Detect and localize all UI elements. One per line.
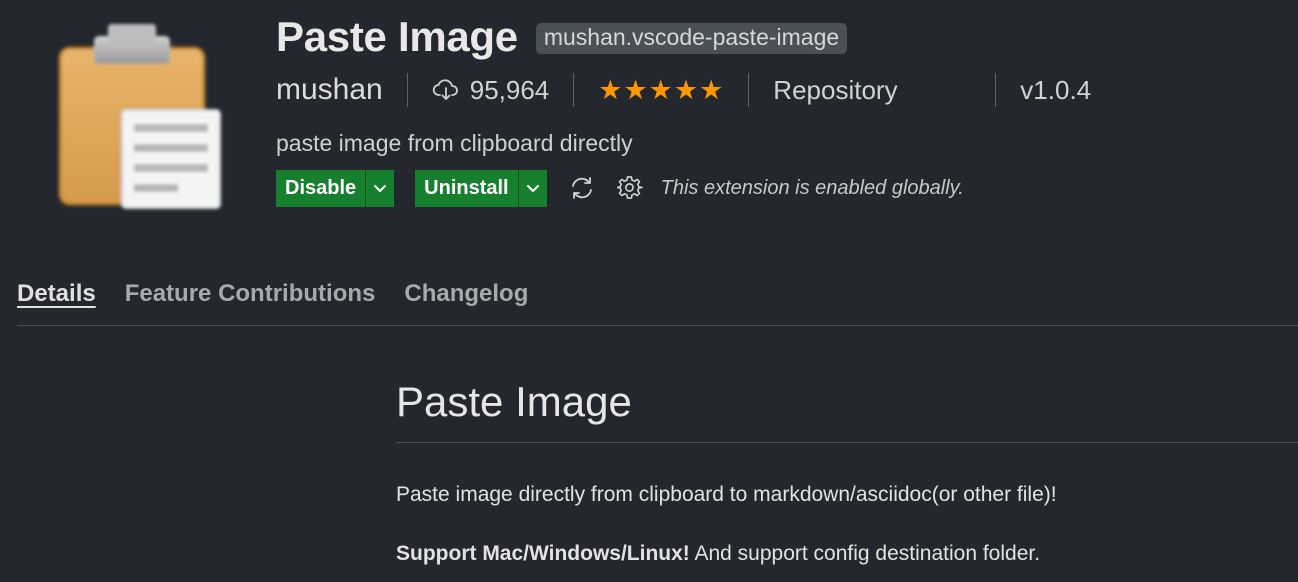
actions-row: Disable Uninstall This extension is enab… (276, 169, 1091, 207)
extension-name: Paste Image (276, 13, 518, 60)
disable-dropdown-button[interactable] (365, 169, 395, 207)
repository-link[interactable]: Repository (773, 75, 971, 106)
readme-divider (396, 442, 1298, 443)
divider (573, 73, 575, 107)
readme-paragraph: Paste image directly from clipboard to m… (396, 483, 1057, 506)
readme-content: Paste Image Paste image directly from cl… (396, 376, 1298, 566)
detail-tabs: Details Feature Contributions Changelog (17, 280, 557, 308)
cloud-download-icon (432, 76, 460, 104)
extension-header: Paste Image mushan.vscode-paste-image mu… (276, 12, 1091, 207)
divider (748, 73, 750, 107)
readme-text: And support config destination folder. (689, 542, 1041, 565)
tab-details[interactable]: Details (17, 280, 96, 308)
chevron-down-icon (526, 185, 539, 192)
tab-changelog[interactable]: Changelog (404, 280, 528, 308)
install-count-value: 95,964 (469, 74, 550, 105)
sync-icon[interactable] (567, 173, 597, 203)
extension-identifier-badge: mushan.vscode-paste-image (535, 22, 848, 54)
uninstall-dropdown-button[interactable] (517, 169, 547, 207)
disable-button[interactable]: Disable (276, 169, 366, 207)
tab-feature-contributions[interactable]: Feature Contributions (125, 280, 376, 308)
readme-paragraph: Support Mac/Windows/Linux! And support c… (396, 542, 1298, 566)
install-count: 95,964 (432, 74, 550, 106)
chevron-down-icon (374, 185, 387, 192)
gear-icon[interactable] (615, 173, 645, 203)
rating-stars[interactable]: ★★★★★ (598, 75, 724, 106)
tabs-divider (17, 325, 1298, 326)
readme-bold-text: Support Mac/Windows/Linux! (396, 542, 690, 565)
readme-title: Paste Image (396, 378, 632, 425)
extension-description: paste image from clipboard directly (276, 130, 633, 156)
publisher-link[interactable]: mushan (276, 73, 383, 107)
divider (406, 73, 408, 107)
uninstall-button[interactable]: Uninstall (415, 169, 518, 207)
version-label: v1.0.4 (1020, 74, 1092, 105)
title-row: Paste Image mushan.vscode-paste-image (276, 12, 1091, 62)
meta-row: mushan 95,964 ★★★★★ Repository v1.0.4 (276, 62, 1091, 118)
divider (995, 73, 997, 107)
extension-status-message: This extension is enabled globally. (660, 176, 964, 199)
disable-button-group: Disable (276, 169, 395, 207)
uninstall-button-group: Uninstall (415, 169, 547, 207)
clipboard-icon (56, 20, 226, 215)
extension-details-page: Paste Image mushan.vscode-paste-image mu… (0, 0, 1298, 582)
